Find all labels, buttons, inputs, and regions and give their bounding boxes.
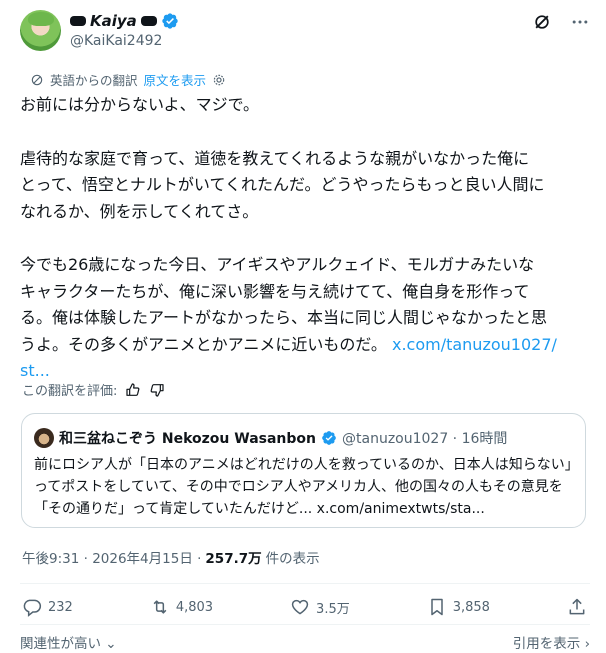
post-paragraph: 虐待的な家庭で育って、道徳を教えてくれるような親がいなかった俺に とって、悟空と…: [20, 148, 545, 221]
bookmark-count: 3,858: [452, 599, 490, 615]
rate-translation-label: この翻訳を評価:: [22, 384, 118, 399]
more-options-icon[interactable]: [570, 12, 590, 32]
sort-label: 関連性が高い: [20, 636, 101, 652]
repost-count: 4,803: [175, 599, 214, 615]
header-actions: [532, 12, 590, 32]
post-body: お前には分からないよ、マジで。 虐待的な家庭で育って、道徳を教えてくれるような親…: [20, 92, 590, 412]
rate-translation: この翻訳を評価:: [22, 380, 165, 399]
gamepad-icon: [70, 16, 86, 26]
divider: [20, 583, 590, 584]
gear-icon[interactable]: [212, 73, 226, 87]
reply-button[interactable]: 232: [22, 597, 73, 617]
verified-badge-icon: [162, 13, 178, 29]
post-paragraph: お前には分からないよ、マジで。: [20, 95, 260, 114]
post-paragraph: 今でも26歳になった今日、アイギスやアルクェイド、モルガナみたいな キャラクター…: [20, 252, 590, 385]
grok-icon[interactable]: [532, 12, 552, 32]
view-quotes-link[interactable]: 引用を表示 ›: [513, 632, 590, 652]
post-timestamp[interactable]: 午後9:31 · 2026年4月15日 ·: [22, 547, 201, 567]
like-button[interactable]: 3.5万: [290, 597, 350, 617]
quoted-author-avatar: [34, 428, 54, 448]
repost-button[interactable]: 4,803: [150, 597, 213, 617]
gamepad-icon: [140, 16, 157, 26]
author-name-row: Kaiya: [70, 12, 179, 30]
quoted-post-text: 前にロシア人が「日本のアニメはどれだけの人を救っているのか、日本人は知らない」っ…: [34, 457, 572, 517]
chevron-down-icon: ⌄: [105, 636, 117, 652]
quoted-author-name: 和三盆ねこぞう Nekozou Wasanbon: [59, 431, 316, 447]
replies-footer: 関連性が高い ⌄ 引用を表示 ›: [20, 632, 590, 652]
quoted-author-handle-time: @tanuzou1027 · 16時間: [342, 431, 508, 447]
bookmark-button[interactable]: 3,858: [427, 597, 490, 617]
thumbs-up-icon[interactable]: [125, 382, 141, 398]
reply-icon: [23, 599, 42, 617]
repost-icon: [153, 600, 167, 614]
post-meta: 午後9:31 · 2026年4月15日 · 257.7万 件の表示: [22, 547, 320, 567]
view-count-label: 件の表示: [265, 551, 320, 567]
quoted-post-header: 和三盆ねこぞう Nekozou Wasanbon @tanuzou1027 · …: [34, 428, 507, 448]
translation-notice: 英語からの翻訳 原文を表示: [30, 70, 226, 89]
verified-badge-icon: [322, 431, 336, 445]
author-display-name[interactable]: Kaiya: [90, 12, 137, 30]
divider: [20, 624, 590, 625]
thumbs-down-icon[interactable]: [149, 382, 165, 398]
bookmark-icon: [430, 598, 443, 616]
share-icon: [569, 598, 585, 615]
sort-relevance-dropdown[interactable]: 関連性が高い ⌄: [20, 632, 117, 652]
show-original-link[interactable]: 原文を表示: [144, 70, 207, 89]
share-button[interactable]: [567, 597, 587, 617]
heart-icon: [291, 599, 309, 615]
reply-count: 232: [48, 599, 73, 615]
author-handle[interactable]: @KaiKai2492: [70, 33, 162, 49]
action-bar: 232 4,803 3.5万 3,858: [22, 597, 587, 617]
post-header: Kaiya @KaiKai2492: [20, 10, 590, 60]
like-count: 3.5万: [316, 601, 350, 617]
view-count: 257.7万: [205, 551, 262, 567]
translate-icon: [31, 74, 43, 85]
translation-label: 英語からの翻訳: [50, 73, 138, 88]
quoted-post[interactable]: 和三盆ねこぞう Nekozou Wasanbon @tanuzou1027 · …: [21, 413, 586, 528]
author-avatar[interactable]: [20, 10, 61, 51]
